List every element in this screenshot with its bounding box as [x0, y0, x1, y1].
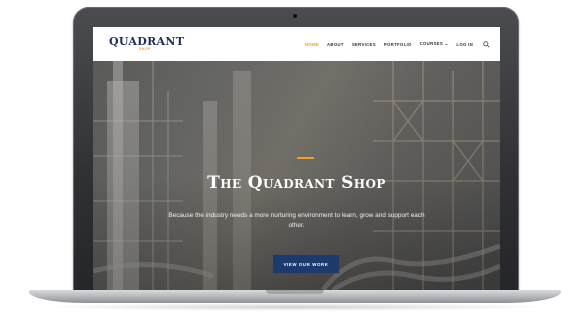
laptop-shadow — [40, 303, 550, 311]
hero-section: The Quadrant Shop Because the industry n… — [93, 61, 500, 290]
laptop-screen: QUADRANT SHOP HOME ABOUT SERVICES PORTFO… — [93, 27, 500, 290]
logo-subtext: SHOP — [139, 47, 151, 52]
laptop-opening-notch — [266, 290, 324, 294]
main-menu: HOME ABOUT SERVICES PORTFOLIO COURSES ⌄ … — [305, 40, 490, 48]
site-header: QUADRANT SHOP HOME ABOUT SERVICES PORTFO… — [93, 27, 500, 61]
nav-item-services[interactable]: SERVICES — [352, 42, 376, 47]
nav-item-home[interactable]: HOME — [305, 42, 319, 47]
view-our-work-button[interactable]: VIEW OUR WORK — [273, 255, 339, 273]
nav-item-about[interactable]: ABOUT — [327, 42, 344, 47]
site-logo[interactable]: QUADRANT SHOP — [109, 36, 184, 52]
nav-item-courses[interactable]: COURSES ⌄ — [420, 41, 449, 47]
nav-item-portfolio[interactable]: PORTFOLIO — [384, 42, 412, 47]
hero-title: The Quadrant Shop — [207, 173, 386, 193]
hero-subtitle: Because the industry needs a more nurtur… — [168, 212, 425, 229]
logo-text: QUADRANT — [109, 35, 185, 49]
webcam — [293, 14, 297, 18]
nav-item-login[interactable]: LOG IN — [456, 42, 473, 47]
search-icon[interactable] — [483, 40, 490, 48]
accent-divider — [297, 157, 314, 159]
